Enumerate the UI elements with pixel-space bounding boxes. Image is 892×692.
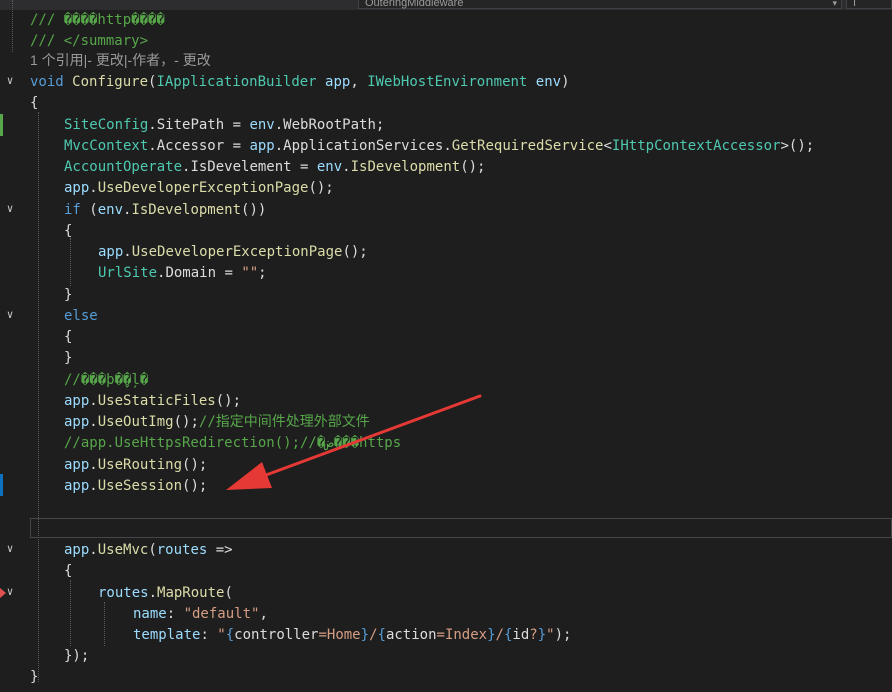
member-dropdown-label: OuteringMiddleware xyxy=(365,0,464,9)
code-lens-references[interactable]: 1 个引用|- 更改|-作者，- 更改 xyxy=(30,50,211,71)
code-line: if (env.IsDevelopment()) xyxy=(64,202,267,218)
navigation-bar: OuteringMiddleware ▾ I xyxy=(0,0,892,10)
code-line: else xyxy=(64,308,98,324)
code-line: } xyxy=(64,287,73,303)
code-line: { xyxy=(64,563,73,579)
collapse-chevron-icon[interactable]: ∨ xyxy=(4,543,16,555)
code-line: } xyxy=(30,669,39,685)
code-line: MvcContext.Accessor = app.ApplicationSer… xyxy=(64,138,815,154)
right-dropdown[interactable]: I xyxy=(846,0,892,9)
code-line: app.UseDeveloperExceptionPage(); xyxy=(64,180,334,196)
chevron-down-icon: ▾ xyxy=(832,0,837,8)
code-line: routes.MapRoute( xyxy=(98,585,233,601)
code-line: template: "{controller=Home}/{action=Ind… xyxy=(133,627,572,643)
collapse-chevron-icon[interactable]: ∨ xyxy=(4,75,16,87)
member-dropdown[interactable]: OuteringMiddleware ▾ xyxy=(358,0,842,9)
indent-guide xyxy=(38,112,39,682)
code-line: name: "default", xyxy=(133,606,268,622)
collapse-chevron-icon[interactable]: ∨ xyxy=(4,203,16,215)
change-marker-saved xyxy=(0,114,3,136)
change-marker-unsaved xyxy=(0,474,3,496)
collapse-chevron-icon[interactable]: ∨ xyxy=(4,586,16,598)
indent-guide xyxy=(104,602,105,646)
code-line: SiteConfig.SitePath = env.WebRootPath; xyxy=(64,117,385,133)
code-line: /// ����http���� xyxy=(30,12,165,28)
code-line: app.UseOutImg();//指定中间件处理外部文件 xyxy=(64,414,370,430)
code-line: /// </summary> xyxy=(30,33,149,49)
code-line: app.UseMvc(routes => xyxy=(64,542,233,558)
current-line-highlight xyxy=(30,518,892,538)
indent-guide xyxy=(12,0,13,52)
collapse-chevron-icon[interactable]: ∨ xyxy=(4,309,16,321)
code-line: app.UseSession(); xyxy=(64,478,208,494)
code-line: app.UseRouting(); xyxy=(64,457,208,473)
code-line: //���þ�̬�ļ� xyxy=(64,372,149,388)
code-line: } xyxy=(64,350,73,366)
code-line: }); xyxy=(64,648,90,664)
code-line: AccountOperate.IsDevelement = env.IsDeve… xyxy=(64,159,486,175)
indent-guide xyxy=(70,580,71,646)
annotation-arrow-head xyxy=(226,462,272,490)
indent-guide xyxy=(70,238,71,286)
code-line: void Configure(IApplicationBuilder app, … xyxy=(30,74,570,90)
code-line: app.UseDeveloperExceptionPage(); xyxy=(98,244,368,260)
code-line: UrlSite.Domain = ""; xyxy=(98,265,267,281)
right-dropdown-label: I xyxy=(853,0,857,9)
code-line: //app.UseHttpsRedirection();//�ض���https xyxy=(64,435,402,451)
code-line: { xyxy=(30,95,39,111)
code-line: { xyxy=(64,329,73,345)
code-line: { xyxy=(64,223,73,239)
code-line: app.UseStaticFiles(); xyxy=(64,393,242,409)
